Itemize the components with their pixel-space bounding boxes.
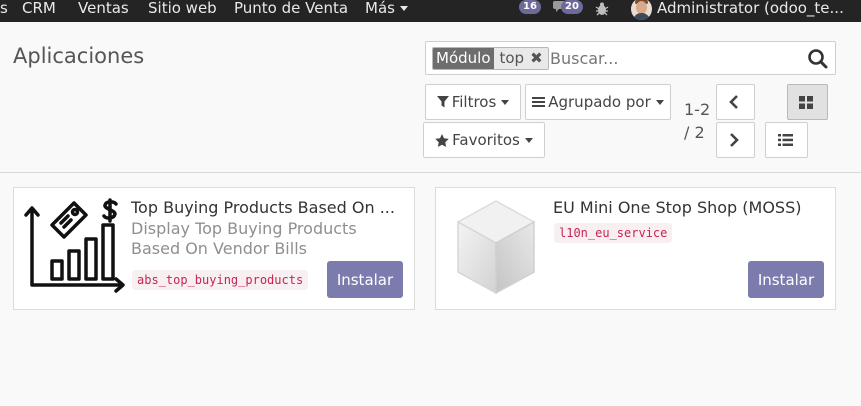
chevron-down-icon [501,99,510,105]
list-view-button[interactable] [765,122,808,158]
module-technical-name: l10n_eu_service [554,223,673,243]
list-bars-icon [532,97,546,107]
kanban-view-button[interactable] [787,84,828,120]
apps-menu-icon[interactable]: s [0,0,8,22]
cube-placeholder-icon [444,195,549,300]
pager-previous-button[interactable] [716,84,755,120]
bug-icon[interactable] [594,1,610,21]
chart-price-tag-icon [22,195,127,300]
filter-icon [436,96,449,108]
module-summary: Display Top Buying Products Based On Ven… [131,219,357,258]
filters-button[interactable]: Filtros [425,84,521,120]
list-icon [777,134,793,146]
menu-item-mas-label: Más [365,0,395,17]
group-by-label: Agrupado por [548,93,651,111]
chevron-down-icon [524,137,533,143]
install-button[interactable]: Instalar [748,261,824,298]
module-card[interactable]: Top Buying Products Based On ... Display… [13,187,415,310]
chevron-down-icon [399,6,408,11]
menu-item-crm[interactable]: CRM [22,0,56,22]
pager-total: / 2 [684,123,705,142]
menu-item-mas[interactable]: Más [365,0,408,22]
remove-facet-icon[interactable]: ✖ [530,49,543,67]
top-navbar: s CRM Ventas Sitio web Punto de Venta Má… [0,0,861,22]
favorites-label: Favoritos [452,131,520,149]
chevron-left-icon [729,95,738,109]
filters-label: Filtros [451,93,497,111]
kanban-grid-icon [799,95,813,109]
user-avatar[interactable] [631,0,652,20]
search-input[interactable] [550,46,790,70]
activity-badge[interactable]: 16 [519,0,541,14]
facet-value: top [499,49,525,67]
messages-badge[interactable]: 20 [561,0,583,14]
menu-item-ventas[interactable]: Ventas [78,0,129,22]
search-icon[interactable] [807,48,829,70]
chevron-right-icon [730,133,739,147]
module-technical-name: abs_top_buying_products [132,270,309,290]
module-title: Top Buying Products Based On ... [131,198,395,217]
search-facet: Módulo top ✖ [432,47,549,70]
control-panel: Aplicaciones Módulo top ✖ Filtros Agrupad… [0,22,861,173]
page-title: Aplicaciones [13,44,145,68]
user-name[interactable]: Administrator (odoo_te... [657,0,844,22]
pager-range: 1-2 [684,100,711,119]
install-button[interactable]: Instalar [327,261,403,298]
search-box[interactable]: Módulo top ✖ [425,41,836,75]
star-icon [435,133,449,147]
module-card[interactable]: EU Mini One Stop Shop (MOSS) l10n_eu_ser… [435,187,836,310]
menu-item-sitio-web[interactable]: Sitio web [148,0,217,22]
group-by-button[interactable]: Agrupado por [525,84,671,120]
favorites-button[interactable]: Favoritos [423,122,545,158]
pager-next-button[interactable] [716,122,755,158]
facet-label: Módulo [433,48,494,69]
facet-value-container: top ✖ [493,48,548,69]
chevron-down-icon [655,99,664,105]
menu-item-punto-de-venta[interactable]: Punto de Venta [234,0,348,22]
module-title: EU Mini One Stop Shop (MOSS) [553,198,802,217]
pager-value[interactable]: 1-2 / 2 [684,98,712,144]
